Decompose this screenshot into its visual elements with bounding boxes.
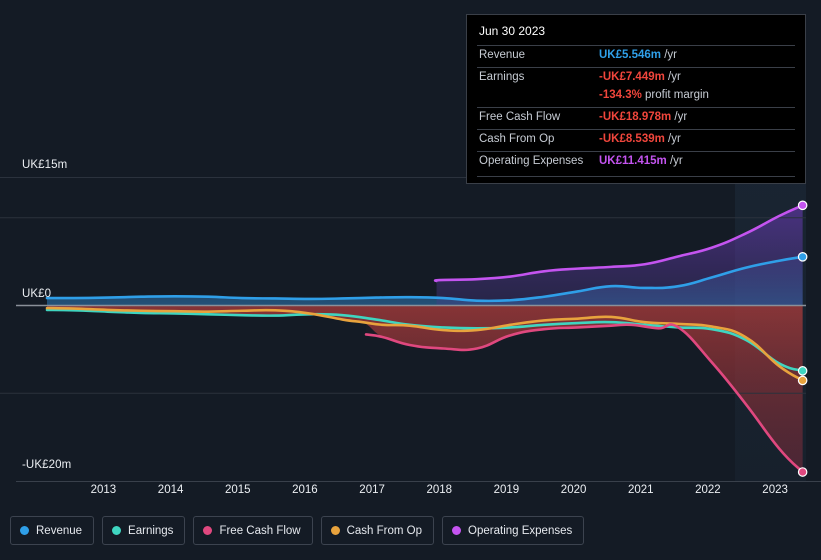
endpoint-marker-revenue[interactable] bbox=[797, 252, 808, 262]
tooltip-row: -134.3% profit margin bbox=[477, 89, 795, 107]
tooltip-row: Earnings -UK£7.449m /yr bbox=[477, 67, 795, 89]
tooltip-row: Free Cash Flow -UK£18.978m /yr bbox=[477, 107, 795, 129]
x-axis-tick-2023: 2023 bbox=[762, 484, 788, 496]
tooltip-row-value: -UK£18.978m /yr bbox=[599, 111, 688, 123]
legend-item-cash-from-op[interactable]: Cash From Op bbox=[320, 516, 435, 545]
tooltip-divider bbox=[477, 176, 795, 177]
y-axis-label-zero: UK£0 bbox=[22, 288, 52, 300]
x-axis-tick-2022: 2022 bbox=[695, 484, 721, 496]
x-axis-tick-2017: 2017 bbox=[359, 484, 385, 496]
tooltip-row: Cash From Op -UK£8.539m /yr bbox=[477, 129, 795, 151]
endpoint-marker-free-cash-flow[interactable] bbox=[797, 467, 808, 477]
tooltip-rows: Revenue UK£5.546m /yr Earnings -UK£7.449m /… bbox=[477, 45, 795, 173]
x-axis-tick-2019: 2019 bbox=[493, 484, 520, 496]
legend-item-revenue[interactable]: Revenue bbox=[10, 516, 95, 545]
y-axis-label-bottom: -UK£20m bbox=[22, 459, 72, 471]
legend-item-earnings[interactable]: Earnings bbox=[102, 516, 186, 545]
legend-color-dot bbox=[452, 526, 462, 535]
legend-item-label: Operating Expenses bbox=[468, 524, 573, 537]
tooltip-row-value: UK£5.546m /yr bbox=[599, 49, 677, 61]
legend-item-free-cash-flow[interactable]: Free Cash Flow bbox=[193, 516, 313, 545]
data-tooltip: Jun 30 2023 Revenue UK£5.546m /yr Earnings… bbox=[466, 14, 806, 184]
financial-chart: UK£15m UK£0 -UK£20m 2013 2014 2015 2016 2017… bbox=[0, 0, 821, 560]
tooltip-row-label: Cash From Op bbox=[479, 133, 555, 145]
x-axis-tick-2013: 2013 bbox=[90, 484, 117, 496]
tooltip-row-label: Free Cash Flow bbox=[479, 111, 561, 123]
legend-item-label: Free Cash Flow bbox=[219, 524, 301, 537]
x-axis-tick-2021: 2021 bbox=[628, 484, 654, 496]
x-axis-tick-2016: 2016 bbox=[292, 484, 318, 496]
x-axis: 2013 2014 2015 2016 2017 2018 2019 2020 2021 2022… bbox=[0, 484, 821, 504]
x-axis-tick-2015: 2015 bbox=[225, 484, 251, 496]
tooltip-row: Revenue UK£5.546m /yr bbox=[477, 45, 795, 67]
legend-item-label: Earnings bbox=[128, 524, 174, 537]
tooltip-row-label: Revenue bbox=[479, 49, 526, 61]
legend-item-label: Revenue bbox=[36, 524, 83, 537]
legend-color-dot bbox=[112, 526, 122, 535]
legend-item-label: Cash From Op bbox=[346, 524, 423, 537]
tooltip-row-value: UK£11.415m /yr bbox=[599, 155, 683, 167]
tooltip-row-value: -UK£7.449m /yr bbox=[599, 71, 681, 83]
endpoint-marker-operating-expenses[interactable] bbox=[797, 200, 808, 211]
tooltip-row-label: Operating Expenses bbox=[479, 155, 584, 167]
legend-item-operating-expenses[interactable]: Operating Expenses bbox=[442, 516, 585, 545]
x-axis-tick-2020: 2020 bbox=[560, 484, 587, 496]
tooltip-row-value: -UK£8.539m /yr bbox=[599, 133, 681, 145]
chart-legend[interactable]: Revenue Earnings Free Cash Flow Cash From O… bbox=[10, 516, 585, 545]
legend-color-dot bbox=[20, 526, 29, 535]
legend-color-dot bbox=[330, 526, 340, 535]
tooltip-row-value: -134.3% profit margin bbox=[599, 89, 709, 101]
tooltip-row: Operating Expenses UK£11.415m /yr bbox=[477, 151, 795, 173]
tooltip-date: Jun 30 2023 bbox=[479, 24, 546, 38]
endpoint-marker-cash-from-op[interactable] bbox=[797, 375, 808, 386]
tooltip-row-label: Earnings bbox=[479, 71, 525, 83]
y-axis-label-top: UK£15m bbox=[22, 159, 68, 171]
x-axis-tick-2014: 2014 bbox=[157, 484, 184, 496]
endpoint-marker-earnings[interactable] bbox=[797, 366, 808, 376]
x-axis-tick-2018: 2018 bbox=[426, 484, 453, 496]
legend-color-dot bbox=[203, 526, 213, 535]
